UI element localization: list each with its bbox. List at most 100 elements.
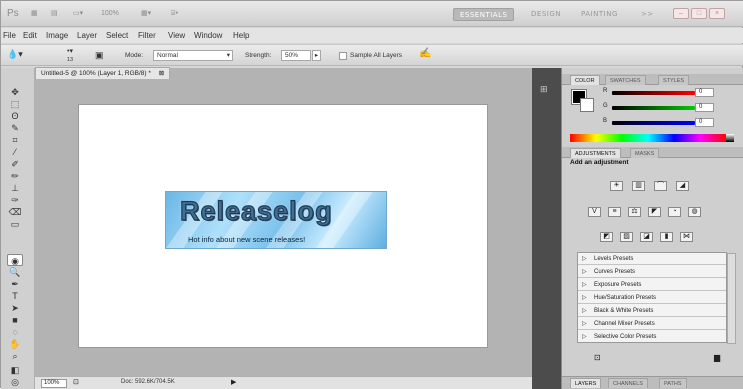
arrange-documents-icon[interactable]: ▦▾ <box>141 7 151 20</box>
tab-channels[interactable]: CHANNELS <box>608 378 648 388</box>
document-tab[interactable]: Untitled-5 @ 100% (Layer 1, RGB/8) * ⊠ <box>35 67 171 79</box>
close-tab-icon[interactable]: ⊠ <box>159 70 164 77</box>
crop-tool-icon[interactable]: ⌗ <box>7 134 23 146</box>
list-item[interactable]: ▷ Levels Presets <box>578 253 726 265</box>
history-panel-icon[interactable]: ⊞ <box>540 84 552 96</box>
foreground-background-swatch[interactable]: ◧ <box>7 364 23 376</box>
list-item[interactable]: ▷ Exposure Presets <box>578 279 726 291</box>
maximize-button[interactable]: □ <box>691 8 707 19</box>
gradient-tool-icon[interactable]: ▭ <box>7 218 23 230</box>
photo-filter-icon[interactable]: ◔ <box>668 207 681 217</box>
panel-footer-icon[interactable]: ⊡ <box>594 353 601 362</box>
marquee-tool-icon[interactable]: ⬚ <box>7 98 23 110</box>
invert-icon[interactable]: ◩ <box>600 232 613 242</box>
blue-slider[interactable] <box>612 121 695 125</box>
gradient-map-icon[interactable]: ▮ <box>660 232 673 242</box>
brush-panel-icon[interactable]: ▣ <box>95 50 104 61</box>
menu-filter[interactable]: Filter <box>138 31 156 40</box>
blur-tool-icon-selected[interactable]: ◉ <box>7 254 23 266</box>
color-balance-icon[interactable]: ⚖ <box>628 207 641 217</box>
status-zoom-input[interactable]: 100% <box>41 379 67 388</box>
list-item[interactable]: ▷ Hue/Saturation Presets <box>578 292 726 304</box>
workspace-more[interactable]: >> <box>641 8 654 21</box>
strength-slider-toggle[interactable]: ▸ <box>312 50 321 61</box>
color-spectrum-ramp[interactable] <box>570 134 726 142</box>
brush-preset-picker[interactable]: •▾ <box>67 47 73 55</box>
minimize-button[interactable]: – <box>673 8 689 19</box>
black-white-icon[interactable]: ◤ <box>648 207 661 217</box>
close-button[interactable]: × <box>709 8 725 19</box>
quick-mask-icon[interactable]: ◎ <box>7 376 23 388</box>
move-tool-icon[interactable]: ✥ <box>7 86 23 98</box>
view-extras-icon[interactable]: ▭▾ <box>73 7 83 20</box>
workspace-painting[interactable]: PAINTING <box>581 8 618 21</box>
list-item[interactable]: ▷ Curves Presets <box>578 266 726 278</box>
tab-paths[interactable]: PATHS <box>659 378 687 388</box>
black-white-ramp[interactable] <box>726 134 734 142</box>
workspace-design[interactable]: DESIGN <box>531 8 561 21</box>
brightness-contrast-icon[interactable]: ☀ <box>610 181 623 191</box>
menu-edit[interactable]: Edit <box>23 31 37 40</box>
list-item[interactable]: ▷ Selective Color Presets <box>578 331 726 343</box>
background-color-swatch[interactable] <box>580 98 594 112</box>
selective-color-icon[interactable]: ⋈ <box>680 232 693 242</box>
levels-icon[interactable]: ▥ <box>632 181 645 191</box>
brush-tool-icon[interactable]: ✏ <box>7 170 23 182</box>
menu-view[interactable]: View <box>168 31 185 40</box>
path-selection-tool-icon[interactable]: ➤ <box>7 302 23 314</box>
tab-layers[interactable]: LAYERS <box>570 378 602 388</box>
menu-image[interactable]: Image <box>46 31 68 40</box>
red-value-input[interactable]: 0 <box>695 88 714 97</box>
type-tool-icon[interactable]: T <box>7 290 23 302</box>
dodge-tool-icon[interactable]: 🔍 <box>7 266 23 278</box>
lasso-tool-icon[interactable]: ʘ <box>7 110 23 122</box>
tab-color[interactable]: COLOR <box>570 75 600 85</box>
menu-help[interactable]: Help <box>233 31 249 40</box>
curves-icon[interactable]: ⌒ <box>654 181 667 191</box>
zoom-tool-icon[interactable]: ⌕ <box>7 350 23 362</box>
menu-select[interactable]: Select <box>106 31 128 40</box>
screen-mode-icon[interactable]: ⌸▾ <box>171 7 178 20</box>
menu-layer[interactable]: Layer <box>77 31 97 40</box>
threshold-icon[interactable]: ◪ <box>640 232 653 242</box>
vibrance-icon[interactable]: V <box>588 207 601 217</box>
red-slider[interactable] <box>612 91 695 95</box>
tab-adjustments[interactable]: ADJUSTMENTS <box>570 148 621 158</box>
minibridge-icon[interactable]: ▤ <box>51 7 58 20</box>
eyedropper-tool-icon[interactable]: ⁄ <box>7 146 23 158</box>
channel-mixer-icon[interactable]: ◍ <box>688 207 701 217</box>
eraser-tool-icon[interactable]: ⌫ <box>7 206 23 218</box>
menu-file[interactable]: File <box>3 31 16 40</box>
pen-tool-icon[interactable]: ✒ <box>7 278 23 290</box>
green-value-input[interactable]: 0 <box>695 103 714 112</box>
pressure-icon[interactable]: ✍ <box>419 48 431 59</box>
zoom-level-dropdown[interactable]: 100% <box>101 7 119 20</box>
exposure-icon[interactable]: ◢ <box>676 181 689 191</box>
bridge-icon[interactable]: ▦ <box>31 7 38 20</box>
tab-styles[interactable]: STYLES <box>658 75 690 85</box>
blue-value-input[interactable]: 0 <box>695 118 714 127</box>
tab-masks[interactable]: MASKS <box>630 148 660 158</box>
green-slider[interactable] <box>612 106 695 110</box>
workspace-essentials[interactable]: ESSENTIALS <box>453 8 515 21</box>
blur-tool-icon[interactable]: 💧▾ <box>7 49 23 60</box>
strength-input[interactable]: 50% <box>281 50 311 61</box>
shape-tool-icon[interactable]: ■ <box>7 314 23 326</box>
healing-brush-tool-icon[interactable]: ✐ <box>7 158 23 170</box>
history-brush-tool-icon[interactable]: ✑ <box>7 194 23 206</box>
3d-rotate-tool-icon[interactable]: ◌ <box>7 326 23 338</box>
hue-saturation-icon[interactable]: ≡ <box>608 207 621 217</box>
list-item[interactable]: ▷ Black & White Presets <box>578 305 726 317</box>
status-menu-arrow-icon[interactable]: ▶ <box>231 378 236 386</box>
panel-menu-icon[interactable]: ▆ <box>714 353 720 362</box>
list-item[interactable]: ▷ Channel Mixer Presets <box>578 318 726 330</box>
posterize-icon[interactable]: ▨ <box>620 232 633 242</box>
presets-scrollbar[interactable] <box>727 253 736 344</box>
tab-swatches[interactable]: SWATCHES <box>605 75 646 85</box>
mode-dropdown[interactable]: Normal ▾ <box>153 50 233 61</box>
clone-stamp-tool-icon[interactable]: ⊥ <box>7 182 23 194</box>
hand-tool-icon[interactable]: ✋ <box>7 338 23 350</box>
quick-selection-tool-icon[interactable]: ✎ <box>7 122 23 134</box>
sample-all-layers-checkbox[interactable] <box>339 52 347 60</box>
status-info-icon[interactable]: ⊡ <box>73 378 79 386</box>
